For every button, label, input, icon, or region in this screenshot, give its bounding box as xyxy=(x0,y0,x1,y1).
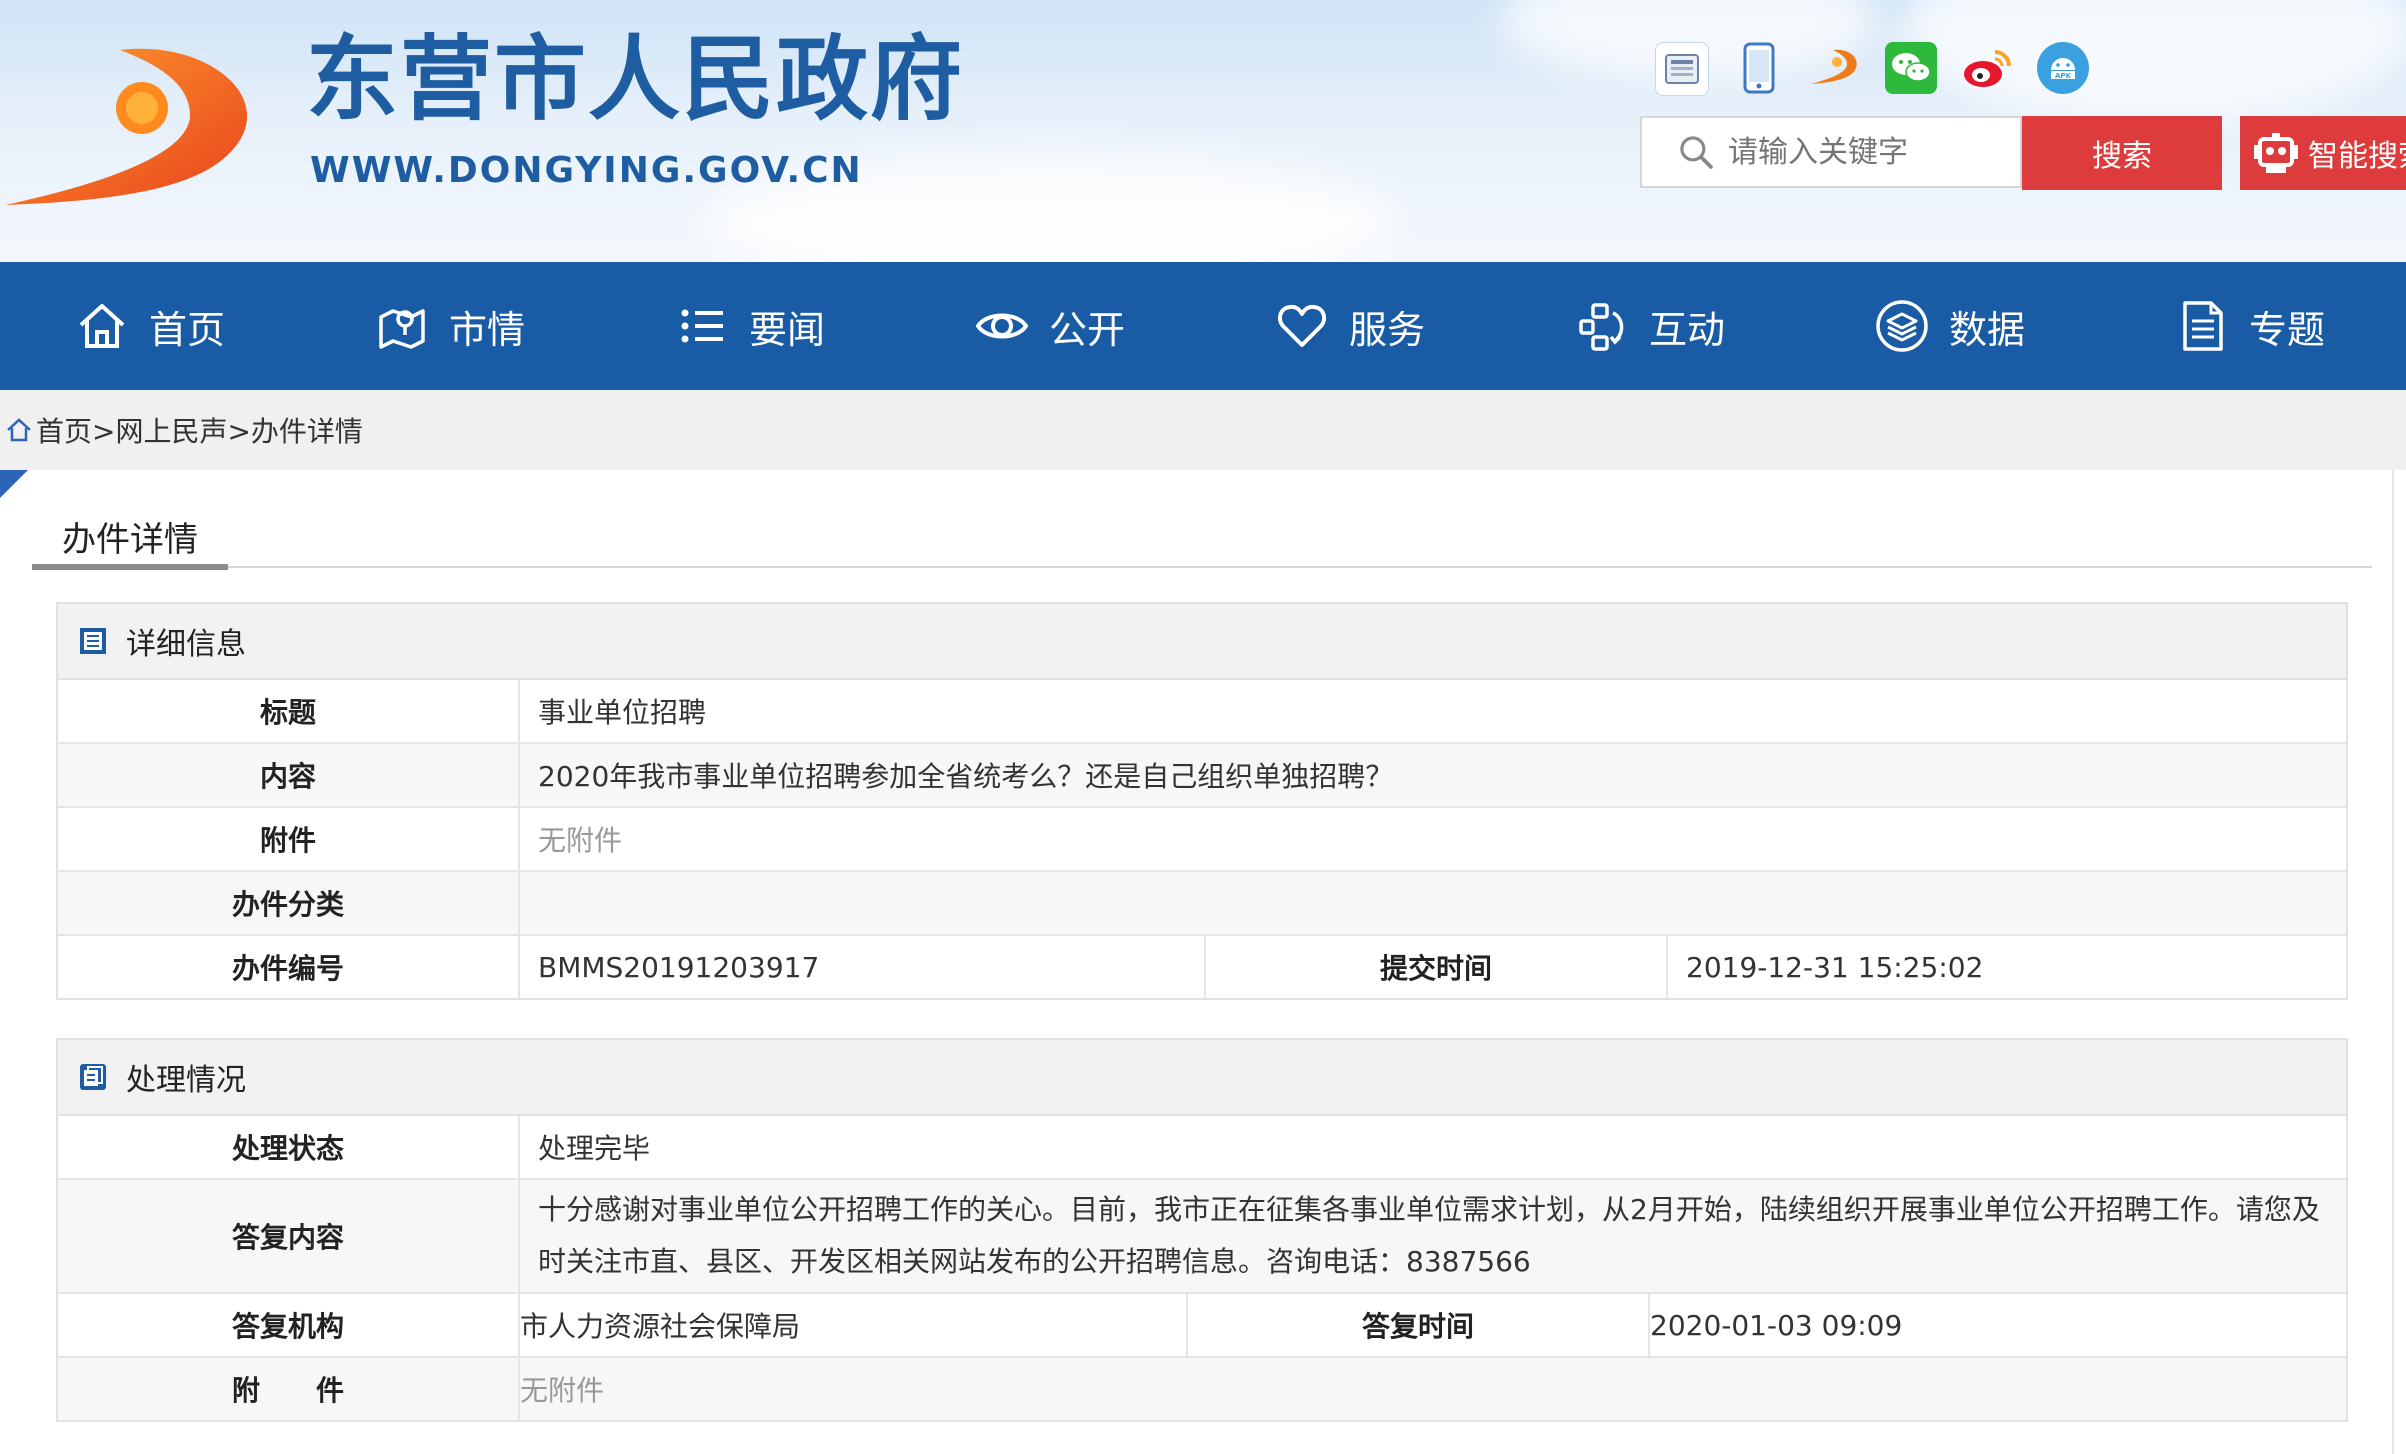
search-icon xyxy=(1680,136,1713,169)
nav-label: 公开 xyxy=(1048,307,1125,352)
document-icon xyxy=(2183,301,2223,351)
mobile-icon[interactable] xyxy=(1733,42,1785,94)
nav-label: 服务 xyxy=(1348,307,1425,352)
table-row: 答复机构 市人力资源社会保障局 答复时间 2020-01-03 09:09 xyxy=(58,1292,2346,1357)
nav-item-interact[interactable]: 互动 xyxy=(1500,262,1800,390)
table-row: 答复内容 十分感谢对事业单位公开招聘工作的关心。目前，我市正在征集各事业单位需求… xyxy=(58,1178,2346,1293)
content-value: 2020年我市事业单位招聘参加全省统考么？还是自己组织单独招聘？ xyxy=(518,742,2346,807)
processing-icon xyxy=(80,1064,106,1090)
nav-label: 互动 xyxy=(1648,307,1725,352)
content-label: 内容 xyxy=(58,742,519,807)
table-row: 办件编号 BMMS20191203917 提交时间 2019-12-31 15:… xyxy=(58,934,2346,998)
layers-icon xyxy=(1876,300,1928,352)
apk-icon[interactable]: APK xyxy=(2037,42,2089,94)
nav-label: 数据 xyxy=(1948,307,2025,352)
reply-attachment-value: 无附件 xyxy=(518,1356,2346,1420)
home-icon[interactable] xyxy=(6,417,32,443)
nav-item-data[interactable]: 数据 xyxy=(1800,262,2100,390)
attachment-label: 附件 xyxy=(58,806,519,871)
nav-item-news[interactable]: 要闻 xyxy=(600,262,900,390)
processing-section: 处理情况 处理状态 处理完毕 答复内容 十分感谢对事业单位公开招聘工作的关心。目… xyxy=(56,1038,2348,1422)
weibo-icon[interactable] xyxy=(1961,42,2013,94)
nav-item-public[interactable]: 公开 xyxy=(900,262,1200,390)
search-input[interactable] xyxy=(1726,133,2020,171)
wechat-icon[interactable] xyxy=(1885,42,1937,94)
smart-search-label: 智能搜索 xyxy=(2308,139,2406,174)
site-url[interactable]: WWW.DONGYING.GOV.CN xyxy=(310,150,863,191)
page-title: 办件详情 xyxy=(62,520,198,560)
table-row: 标题 事业单位招聘 xyxy=(58,680,2346,743)
main-panel: 办件详情 详细信息 标题 事业单位招聘 内容 2020年我市事业单位招聘参加全省… xyxy=(0,470,2394,1454)
number-value: BMMS20191203917 xyxy=(518,934,1205,998)
eye-icon xyxy=(975,313,1029,339)
site-name[interactable]: 东营市人民政府 xyxy=(306,34,964,126)
processing-table: 处理状态 处理完毕 答复内容 十分感谢对事业单位公开招聘工作的关心。目前，我市正… xyxy=(58,1116,2346,1420)
status-value: 处理完毕 xyxy=(518,1116,2346,1179)
info-list-icon xyxy=(80,628,106,654)
share-icon-bar: APK xyxy=(1655,42,2089,96)
reply-time-label: 答复时间 xyxy=(1186,1292,1649,1357)
details-section: 详细信息 标题 事业单位招聘 内容 2020年我市事业单位招聘参加全省统考么？还… xyxy=(56,602,2348,1000)
site-logo-icon[interactable] xyxy=(0,30,270,220)
main-nav: 首页 市情 要闻 公开 服务 互动 数据 专题 xyxy=(0,262,2406,390)
nav-label: 首页 xyxy=(148,307,225,352)
title-value: 事业单位招聘 xyxy=(518,680,2346,743)
title-divider xyxy=(32,566,2372,568)
submit-time-value: 2019-12-31 15:25:02 xyxy=(1666,934,2346,998)
status-label: 处理状态 xyxy=(231,1132,344,1165)
reply-label: 答复内容 xyxy=(58,1178,519,1293)
attachment-value: 无附件 xyxy=(518,806,2346,871)
org-label: 答复机构 xyxy=(58,1292,519,1357)
home-icon xyxy=(79,304,125,348)
robot-icon xyxy=(2254,133,2298,173)
heart-icon xyxy=(1277,304,1327,347)
breadcrumb-text[interactable]: 首页>网上民声>办件详情 xyxy=(36,410,363,450)
table-row: 办件分类 xyxy=(58,870,2346,935)
nav-item-topics[interactable]: 专题 xyxy=(2100,262,2400,390)
submit-time-label: 提交时间 xyxy=(1204,934,1667,998)
logo-small-icon[interactable] xyxy=(1809,42,1861,94)
details-heading: 详细信息 xyxy=(126,627,246,662)
smart-search-button[interactable]: 智能搜索 xyxy=(2240,116,2406,190)
nav-item-city[interactable]: 市情 xyxy=(300,262,600,390)
category-label: 办件分类 xyxy=(58,870,519,935)
map-icon xyxy=(379,309,425,349)
reply-attachment-label: 附 件 xyxy=(58,1356,519,1420)
details-table: 标题 事业单位招聘 内容 2020年我市事业单位招聘参加全省统考么？还是自己组织… xyxy=(58,680,2346,998)
table-row: 附件 无附件 xyxy=(58,806,2346,871)
processing-heading: 处理情况 xyxy=(126,1063,246,1098)
title-underline xyxy=(32,564,228,570)
corner-decoration xyxy=(0,470,28,498)
title-label: 标题 xyxy=(259,696,316,729)
search-button[interactable]: 搜索 xyxy=(2022,116,2222,190)
nav-label: 专题 xyxy=(2248,307,2325,352)
breadcrumb: 首页>网上民声>办件详情 xyxy=(0,390,2406,470)
nav-item-home[interactable]: 首页 xyxy=(0,262,300,390)
nav-label: 市情 xyxy=(448,307,525,352)
details-header: 详细信息 xyxy=(58,604,2346,680)
svg-text:APK: APK xyxy=(2055,72,2072,80)
table-row: 处理状态 处理完毕 xyxy=(58,1116,2346,1179)
list-icon xyxy=(681,309,723,343)
reply-time-value: 2020-01-03 09:09 xyxy=(1648,1292,2346,1357)
interact-icon xyxy=(1579,303,1624,351)
search-box xyxy=(1640,116,2022,188)
org-value: 市人力资源社会保障局 xyxy=(518,1292,1187,1357)
site-header: 东营市人民政府 WWW.DONGYING.GOV.CN APK 搜索 xyxy=(0,0,2406,262)
service-hall-icon[interactable] xyxy=(1655,42,1709,96)
nav-item-service[interactable]: 服务 xyxy=(1200,262,1500,390)
number-label: 办件编号 xyxy=(58,934,519,998)
table-row: 内容 2020年我市事业单位招聘参加全省统考么？还是自己组织单独招聘？ xyxy=(58,742,2346,807)
processing-header: 处理情况 xyxy=(58,1040,2346,1116)
nav-label: 要闻 xyxy=(748,307,825,352)
reply-value: 十分感谢对事业单位公开招聘工作的关心。目前，我市正在征集各事业单位需求计划，从2… xyxy=(518,1178,2346,1293)
category-value xyxy=(518,870,2346,935)
table-row: 附 件 无附件 xyxy=(58,1356,2346,1420)
